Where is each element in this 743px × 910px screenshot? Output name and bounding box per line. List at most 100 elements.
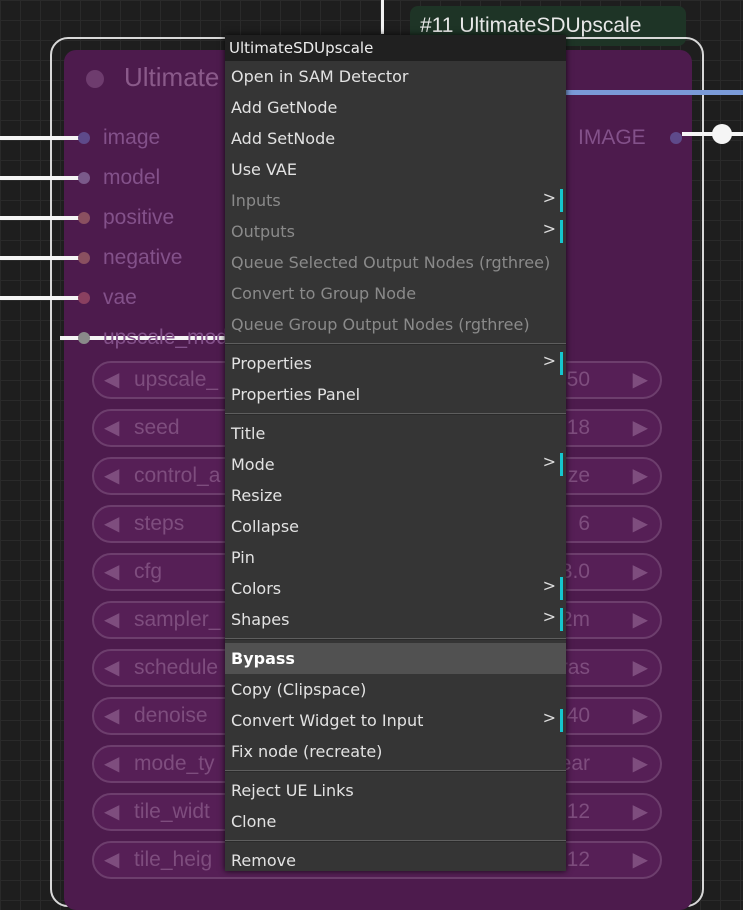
link-wire-top: [381, 0, 384, 34]
menu-item-inputs: Inputs >: [225, 185, 566, 216]
menu-item-resize[interactable]: Resize: [225, 480, 566, 511]
menu-item-label: Use VAE: [231, 160, 297, 179]
menu-item-label: Colors: [231, 579, 282, 598]
menu-item-queue-group-output-nodes-rgthree: Queue Group Output Nodes (rgthree): [225, 309, 566, 340]
menu-item-label: Fix node (recreate): [231, 742, 383, 761]
increment-arrow-icon[interactable]: ▶: [633, 651, 648, 685]
increment-arrow-icon[interactable]: ▶: [633, 795, 648, 829]
menu-separator: [225, 413, 566, 415]
input-slot-upscale-model[interactable]: [78, 332, 90, 344]
increment-arrow-icon[interactable]: ▶: [633, 507, 648, 541]
input-label-upscale-model: upscale_model: [103, 326, 245, 349]
menu-item-title[interactable]: Title: [225, 418, 566, 449]
menu-item-bypass[interactable]: Bypass: [225, 643, 566, 674]
submenu-indicator-bar: [560, 189, 563, 212]
link-reroute-knob[interactable]: [712, 124, 732, 144]
menu-item-remove[interactable]: Remove: [225, 845, 566, 876]
decrement-arrow-icon[interactable]: ◀: [104, 603, 119, 637]
menu-item-label: Queue Selected Output Nodes (rgthree): [231, 253, 551, 272]
menu-item-label: Properties Panel: [231, 385, 361, 404]
menu-item-open-in-sam-detector[interactable]: Open in SAM Detector: [225, 61, 566, 92]
decrement-arrow-icon[interactable]: ◀: [104, 507, 119, 541]
input-slot-model[interactable]: [78, 172, 90, 184]
menu-item-label: Properties: [231, 354, 312, 373]
increment-arrow-icon[interactable]: ▶: [633, 411, 648, 445]
increment-arrow-icon[interactable]: ▶: [633, 363, 648, 397]
menu-item-use-vae[interactable]: Use VAE: [225, 154, 566, 185]
menu-item-mode[interactable]: Mode >: [225, 449, 566, 480]
menu-item-shapes[interactable]: Shapes >: [225, 604, 566, 635]
widget-label: tile_widt: [134, 800, 210, 823]
menu-item-pin[interactable]: Pin: [225, 542, 566, 573]
widget-label: control_a: [134, 464, 221, 487]
input-slot-image[interactable]: [78, 132, 90, 144]
decrement-arrow-icon[interactable]: ◀: [104, 459, 119, 493]
submenu-chevron-icon: >: [542, 576, 556, 595]
decrement-arrow-icon[interactable]: ◀: [104, 747, 119, 781]
submenu-chevron-icon: >: [542, 452, 556, 471]
menu-item-label: Pin: [231, 548, 255, 567]
submenu-indicator-bar: [560, 352, 563, 375]
decrement-arrow-icon[interactable]: ◀: [104, 651, 119, 685]
submenu-chevron-icon: >: [542, 351, 556, 370]
menu-item-label: Queue Group Output Nodes (rgthree): [231, 315, 530, 334]
submenu-indicator-bar: [560, 608, 563, 631]
increment-arrow-icon[interactable]: ▶: [633, 843, 648, 877]
widget-label: upscale_: [134, 368, 219, 391]
menu-separator: [225, 770, 566, 772]
menu-item-label: Title: [231, 424, 266, 443]
input-link-wire-negative: [0, 256, 80, 260]
input-link-wire-model: [0, 176, 80, 180]
increment-arrow-icon[interactable]: ▶: [633, 459, 648, 493]
decrement-arrow-icon[interactable]: ◀: [104, 699, 119, 733]
menu-item-properties-panel[interactable]: Properties Panel: [225, 379, 566, 410]
increment-arrow-icon[interactable]: ▶: [633, 747, 648, 781]
node-collapse-dot[interactable]: [86, 70, 104, 88]
menu-item-label: Outputs: [231, 222, 295, 241]
widget-label: schedule: [134, 656, 219, 679]
menu-item-reject-ue-links[interactable]: Reject UE Links: [225, 775, 566, 806]
increment-arrow-icon[interactable]: ▶: [633, 603, 648, 637]
widget-value: 40: [566, 704, 590, 727]
input-slot-positive[interactable]: [78, 212, 90, 224]
increment-arrow-icon[interactable]: ▶: [633, 699, 648, 733]
decrement-arrow-icon[interactable]: ◀: [104, 795, 119, 829]
menu-item-label: Add GetNode: [231, 98, 338, 117]
menu-item-copy-clipspace[interactable]: Copy (Clipspace): [225, 674, 566, 705]
input-slot-vae[interactable]: [78, 292, 90, 304]
menu-separator: [225, 638, 566, 640]
menu-item-add-setnode[interactable]: Add SetNode: [225, 123, 566, 154]
decrement-arrow-icon[interactable]: ◀: [104, 411, 119, 445]
menu-item-label: Collapse: [231, 517, 299, 536]
menu-item-fix-node-recreate[interactable]: Fix node (recreate): [225, 736, 566, 767]
menu-item-colors[interactable]: Colors >: [225, 573, 566, 604]
menu-item-label: Remove: [231, 851, 296, 870]
input-slot-negative[interactable]: [78, 252, 90, 264]
menu-item-queue-selected-output-nodes-rgthree: Queue Selected Output Nodes (rgthree): [225, 247, 566, 278]
menu-item-convert-widget-to-input[interactable]: Convert Widget to Input >: [225, 705, 566, 736]
input-label-image: image: [103, 126, 161, 149]
menu-item-label: Shapes: [231, 610, 290, 629]
menu-item-clone[interactable]: Clone: [225, 806, 566, 837]
menu-item-add-getnode[interactable]: Add GetNode: [225, 92, 566, 123]
output-label-image: IMAGE: [578, 126, 646, 149]
decrement-arrow-icon[interactable]: ◀: [104, 843, 119, 877]
decrement-arrow-icon[interactable]: ◀: [104, 555, 119, 589]
widget-label: cfg: [134, 560, 163, 583]
menu-item-label: Convert to Group Node: [231, 284, 417, 303]
widget-label: denoise: [134, 704, 208, 727]
widget-value: 12: [566, 800, 590, 823]
increment-arrow-icon[interactable]: ▶: [633, 555, 648, 589]
widget-label: steps: [134, 512, 185, 535]
menu-item-collapse[interactable]: Collapse: [225, 511, 566, 542]
submenu-indicator-bar: [560, 453, 563, 476]
decrement-arrow-icon[interactable]: ◀: [104, 363, 119, 397]
widget-label: mode_ty: [134, 752, 215, 775]
menu-separator: [225, 343, 566, 345]
output-slot-image[interactable]: [670, 132, 682, 144]
submenu-indicator-bar: [560, 577, 563, 600]
context-menu-items: Open in SAM Detector Add GetNode Add SetNo…: [225, 61, 566, 876]
menu-item-properties[interactable]: Properties >: [225, 348, 566, 379]
menu-separator: [225, 840, 566, 842]
menu-item-convert-to-group-node: Convert to Group Node: [225, 278, 566, 309]
